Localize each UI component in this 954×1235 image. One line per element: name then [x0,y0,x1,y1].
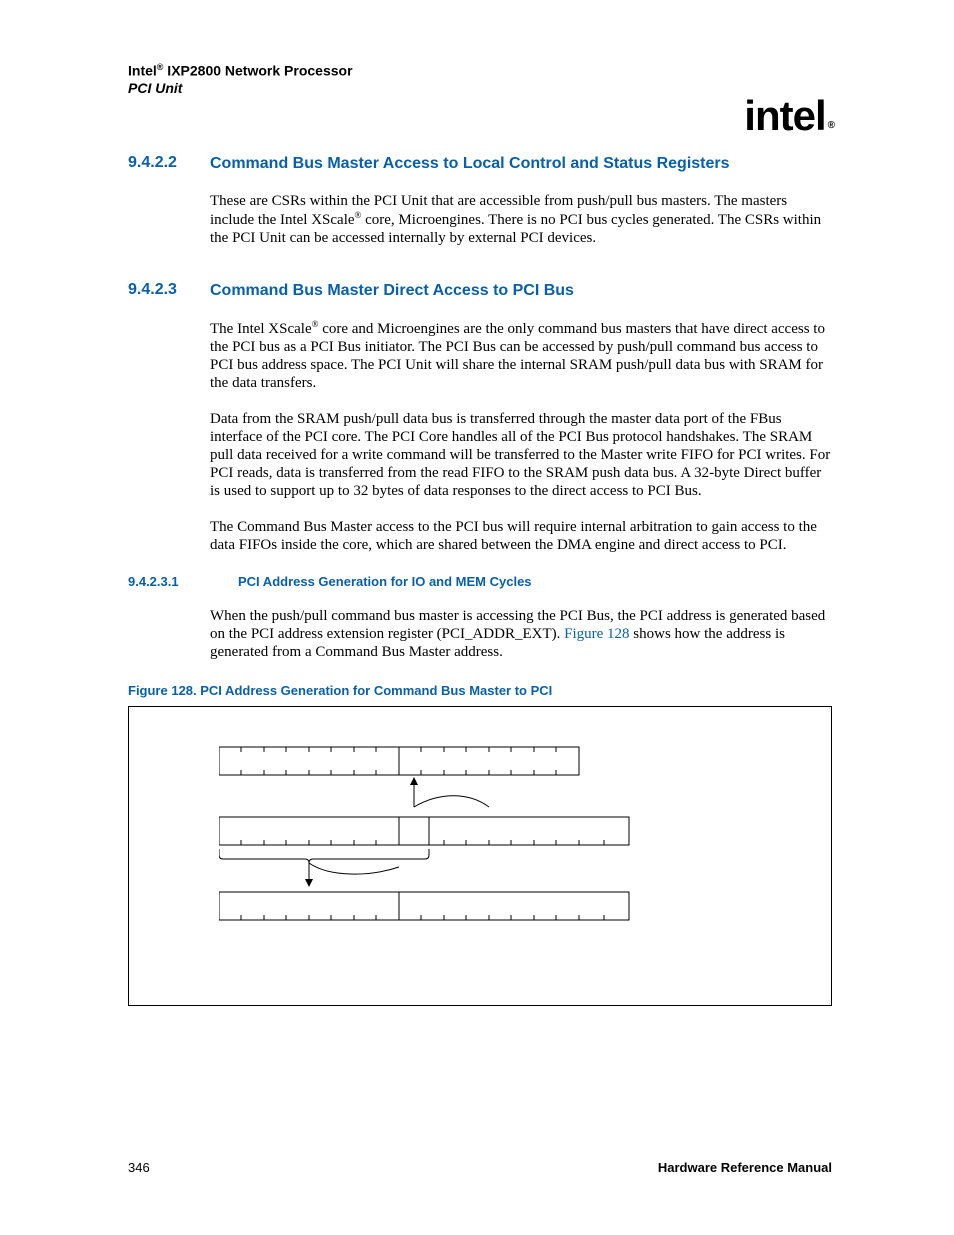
page-number: 346 [128,1160,150,1175]
section-number: 9.4.2.3 [128,281,210,299]
address-generation-diagram [219,737,739,977]
intel-logo: intel® [744,92,832,140]
paragraph: The Command Bus Master access to the PCI… [210,518,832,554]
paragraph: These are CSRs within the PCI Unit that … [210,192,832,247]
section-title: Command Bus Master Direct Access to PCI … [210,281,832,301]
page-footer: 346 Hardware Reference Manual [128,1160,832,1175]
subsection-heading-94231: 9.4.2.3.1 PCI Address Generation for IO … [128,574,832,589]
text: The Intel XScale [210,321,312,337]
header-product: IXP2800 Network Processor [163,63,352,79]
section-number: 9.4.2.2 [128,154,210,172]
logo-registered-mark: ® [828,120,834,131]
subsection-number: 9.4.2.3.1 [128,574,238,589]
paragraph: Data from the SRAM push/pull data bus is… [210,410,832,500]
header-brand: Intel [128,63,157,79]
figure-128-diagram [128,706,832,1006]
header-line-1: Intel® IXP2800 Network Processor [128,62,832,80]
header-subtitle: PCI Unit [128,80,832,98]
logo-text: intel [744,92,825,139]
figure-caption: Figure 128. PCI Address Generation for C… [128,683,832,698]
section-heading-9422: 9.4.2.2 Command Bus Master Access to Loc… [128,154,832,174]
section-title: Command Bus Master Access to Local Contr… [210,154,832,174]
figure-reference-link[interactable]: Figure 128 [564,626,629,642]
document-title: Hardware Reference Manual [658,1160,832,1175]
paragraph: When the push/pull command bus master is… [210,607,832,661]
paragraph: The Intel XScale® core and Microengines … [210,319,832,392]
subsection-title: PCI Address Generation for IO and MEM Cy… [238,574,532,589]
section-heading-9423: 9.4.2.3 Command Bus Master Direct Access… [128,281,832,301]
page-header: Intel® IXP2800 Network Processor PCI Uni… [128,62,832,98]
